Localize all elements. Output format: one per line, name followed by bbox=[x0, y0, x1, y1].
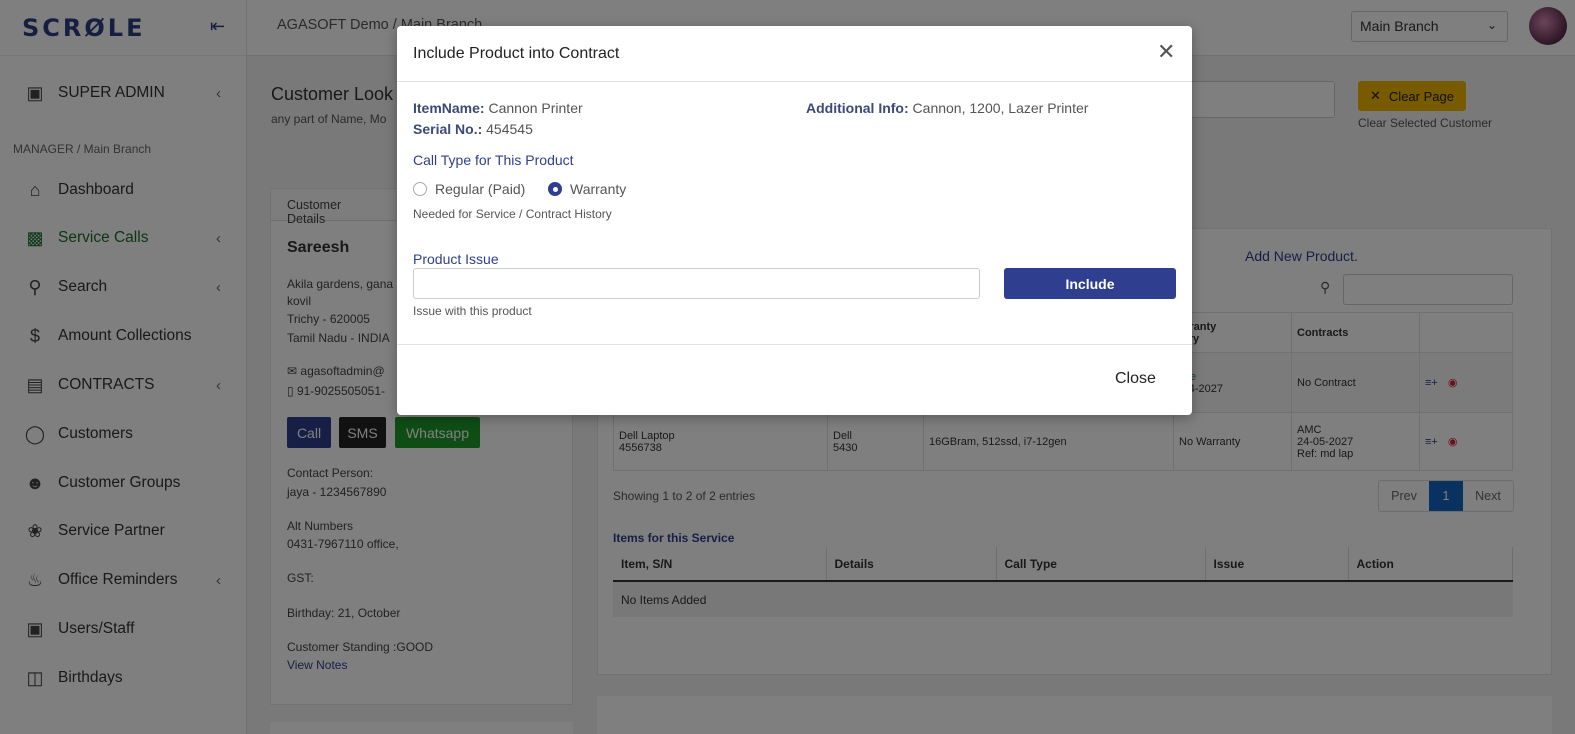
radio-label: Warranty bbox=[570, 181, 627, 197]
include-button[interactable]: Include bbox=[1004, 268, 1176, 299]
serial-value: 454545 bbox=[486, 121, 533, 137]
additional-info-label: Additional Info: bbox=[806, 100, 909, 116]
product-issue-input[interactable] bbox=[413, 268, 980, 299]
item-name-label: ItemName: bbox=[413, 100, 485, 116]
close-icon[interactable]: ✕ bbox=[1157, 41, 1175, 63]
include-product-modal: Include Product into Contract ✕ ItemName… bbox=[397, 26, 1192, 415]
radio-button-checked[interactable] bbox=[548, 182, 562, 196]
radio-label: Regular (Paid) bbox=[435, 181, 526, 197]
radio-button[interactable] bbox=[413, 182, 427, 196]
call-type-label: Call Type for This Product bbox=[413, 152, 574, 168]
additional-info: Additional Info: Cannon, 1200, Lazer Pri… bbox=[806, 100, 1088, 116]
product-issue-label: Product Issue bbox=[413, 251, 499, 267]
additional-info-value: Cannon, 1200, Lazer Printer bbox=[912, 100, 1089, 116]
modal-header: Include Product into Contract ✕ bbox=[397, 26, 1192, 82]
product-issue-hint: Issue with this product bbox=[413, 304, 532, 318]
radio-warranty[interactable]: Warranty bbox=[548, 181, 626, 197]
radio-regular-paid[interactable]: Regular (Paid) bbox=[413, 181, 525, 197]
close-button[interactable]: Close bbox=[1115, 370, 1156, 388]
serial-info: Serial No.: 454545 bbox=[413, 121, 533, 137]
modal-title: Include Product into Contract bbox=[413, 45, 620, 62]
item-name-value: Cannon Printer bbox=[488, 100, 583, 116]
serial-label: Serial No.: bbox=[413, 121, 483, 137]
item-name-info: ItemName: Cannon Printer bbox=[413, 100, 583, 116]
call-type-hint: Needed for Service / Contract History bbox=[413, 207, 612, 221]
modal-body: ItemName: Cannon Printer Serial No.: 454… bbox=[397, 82, 1192, 345]
